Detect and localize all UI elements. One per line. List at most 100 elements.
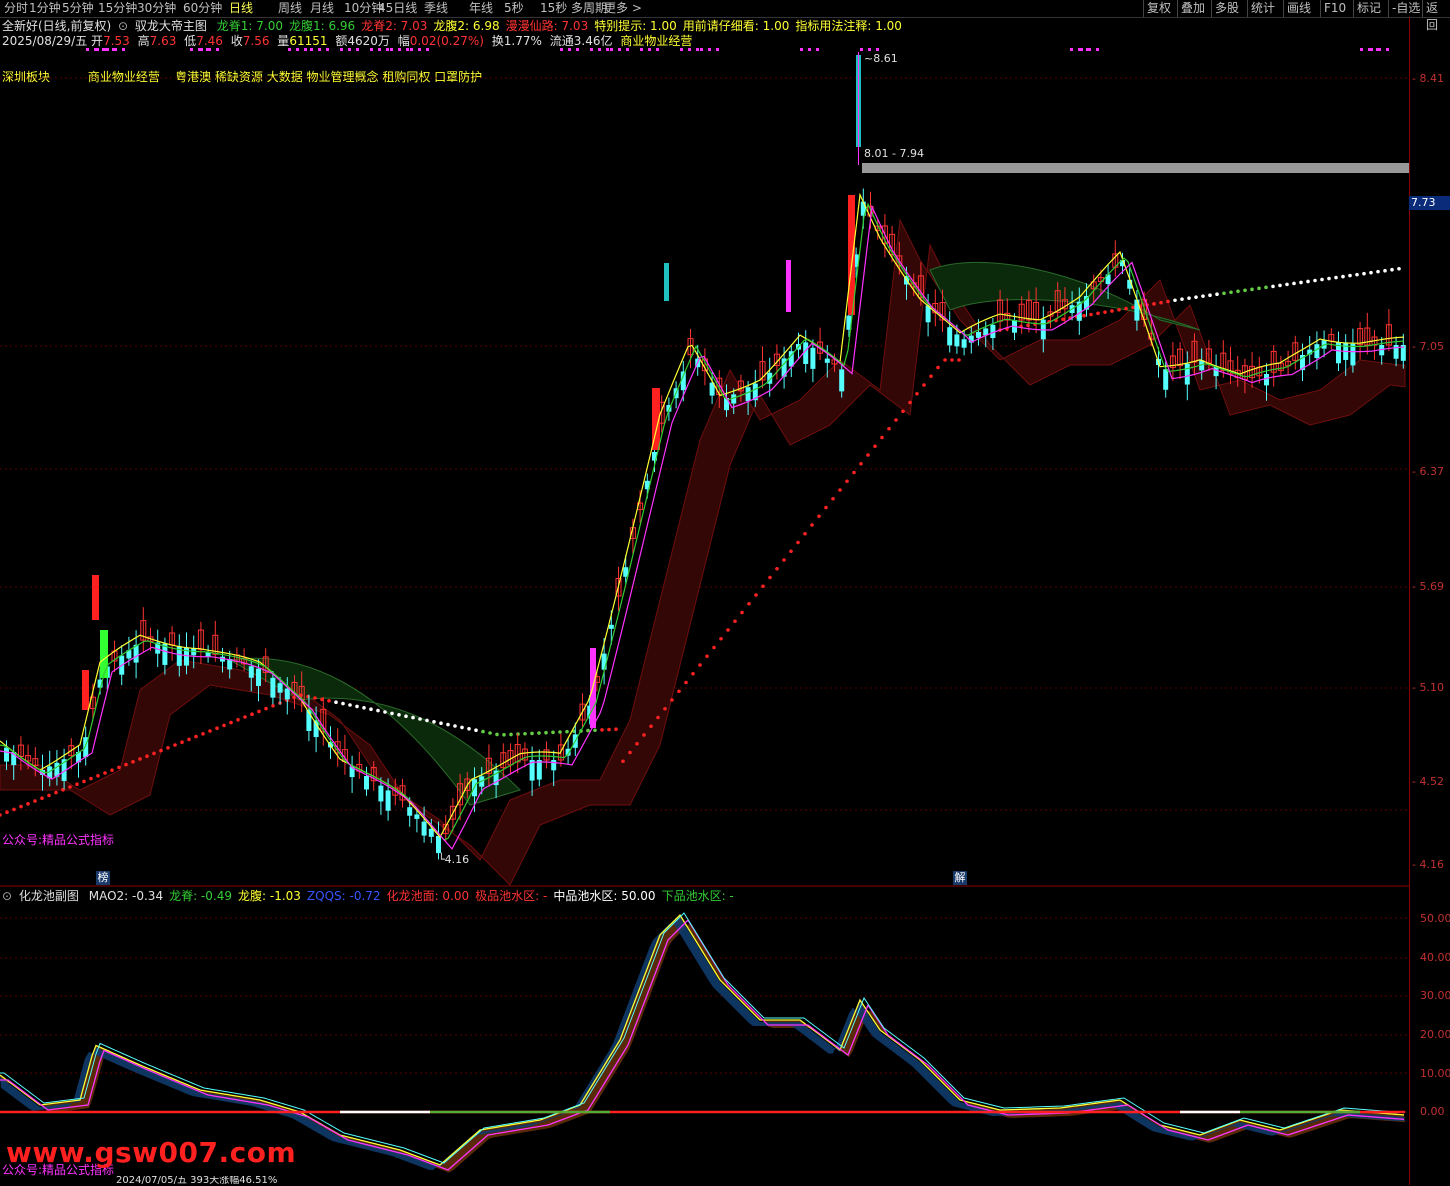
trend-dot bbox=[1236, 289, 1240, 294]
sub-indicator-name[interactable]: 化龙池副图 bbox=[19, 889, 79, 903]
trend-dot bbox=[1208, 293, 1212, 298]
trend-dot bbox=[537, 731, 541, 735]
trend-dot bbox=[418, 717, 422, 721]
sub-ytick-2: 30.00 bbox=[1420, 989, 1450, 1002]
candle-body bbox=[1184, 363, 1190, 385]
trend-dot bbox=[187, 737, 191, 742]
trend-dot bbox=[796, 540, 800, 545]
trend-dot bbox=[1390, 267, 1394, 272]
signal-marker bbox=[96, 48, 99, 51]
signal-marker bbox=[86, 48, 89, 51]
trend-dot bbox=[1397, 266, 1401, 271]
trend-dot bbox=[124, 762, 128, 767]
signal-marker bbox=[426, 48, 429, 51]
candle-body bbox=[1350, 343, 1356, 366]
signal-marker bbox=[1088, 48, 1091, 51]
signal-marker bbox=[576, 48, 579, 51]
signal-marker bbox=[208, 48, 211, 51]
trend-dot bbox=[929, 374, 933, 379]
signal-marker bbox=[560, 48, 563, 51]
trend-dot bbox=[1334, 275, 1338, 280]
candle-body bbox=[551, 760, 557, 771]
candle-body bbox=[248, 666, 254, 678]
trend-dot bbox=[82, 779, 86, 784]
signal-marker bbox=[696, 48, 699, 51]
sub-dropdown-icon[interactable]: ⊙ bbox=[2, 889, 12, 903]
trend-dot bbox=[40, 796, 44, 800]
trend-dot bbox=[831, 496, 835, 501]
kline-chart[interactable] bbox=[0, 0, 1450, 1185]
sub-param-5: 极品池水区: - bbox=[475, 889, 548, 903]
trend-dot bbox=[166, 746, 170, 750]
trend-dot bbox=[873, 444, 877, 449]
trend-dot bbox=[194, 734, 198, 739]
signal-marker bbox=[418, 48, 421, 51]
trend-dot bbox=[1327, 276, 1331, 281]
low-price-value: 4.16 bbox=[444, 853, 470, 866]
candle-body bbox=[284, 688, 290, 700]
trend-dot bbox=[355, 704, 359, 709]
signal-marker bbox=[304, 48, 307, 51]
signal-candle bbox=[100, 630, 108, 678]
trend-dot bbox=[1229, 290, 1233, 295]
signal-marker bbox=[348, 48, 351, 51]
trend-dot bbox=[1131, 305, 1135, 310]
trend-dot bbox=[1341, 274, 1345, 279]
trend-dot bbox=[761, 584, 765, 589]
trend-dot bbox=[817, 514, 821, 519]
signal-marker bbox=[1370, 48, 1373, 51]
trend-dot bbox=[915, 391, 919, 396]
trend-dot bbox=[530, 731, 534, 736]
trend-dot bbox=[75, 782, 79, 786]
trend-dot bbox=[404, 714, 408, 718]
trend-dot bbox=[425, 718, 429, 723]
trend-dot bbox=[383, 710, 387, 714]
signal-marker bbox=[190, 48, 193, 51]
candle-body bbox=[1264, 374, 1269, 386]
trend-dot bbox=[642, 733, 646, 737]
sub-ytick-3: 20.00 bbox=[1420, 1028, 1450, 1041]
sub-line-yellow bbox=[0, 913, 1405, 1166]
signal-marker bbox=[200, 48, 203, 51]
signal-marker bbox=[1386, 48, 1389, 51]
signal-marker bbox=[106, 48, 109, 51]
trend-dot bbox=[957, 358, 961, 362]
sub-param-7: 下品池水区: - bbox=[661, 889, 734, 903]
sub-param-2: 龙腹: -1.03 bbox=[238, 889, 301, 903]
trend-dot bbox=[12, 807, 16, 812]
trend-dot bbox=[33, 799, 37, 803]
limit-up-candle bbox=[82, 670, 89, 710]
trend-dot bbox=[0, 813, 2, 817]
trend-dot bbox=[313, 696, 317, 700]
signal-candle bbox=[786, 260, 791, 312]
trend-dot bbox=[852, 470, 856, 475]
signal-marker bbox=[808, 48, 811, 51]
trend-dot bbox=[726, 628, 730, 632]
low-price-label: └4.16 bbox=[438, 853, 470, 866]
trend-dot bbox=[1117, 307, 1121, 312]
signal-marker bbox=[296, 48, 299, 51]
marker-bang[interactable]: 榜 bbox=[96, 871, 110, 885]
candle-body bbox=[536, 760, 542, 780]
trend-dot bbox=[390, 711, 394, 716]
range-label: 8.01 - 7.94 bbox=[864, 147, 924, 160]
candle-body bbox=[824, 358, 830, 363]
trend-dot bbox=[663, 706, 667, 711]
trend-dot bbox=[432, 720, 436, 724]
trend-dot bbox=[453, 724, 457, 728]
trend-dot bbox=[341, 701, 345, 706]
signal-marker bbox=[310, 48, 313, 51]
signal-marker bbox=[410, 48, 413, 51]
marker-jie[interactable]: 解 bbox=[953, 871, 967, 885]
resistance-band bbox=[862, 163, 1409, 173]
signal-marker bbox=[114, 48, 117, 51]
trend-dot bbox=[1061, 317, 1065, 322]
trend-dot bbox=[1194, 295, 1198, 299]
main-ytick-2: - 7.05 bbox=[1412, 340, 1444, 353]
trend-dot bbox=[1201, 294, 1205, 298]
trend-dot bbox=[1250, 287, 1254, 292]
trend-dot bbox=[950, 358, 954, 362]
trend-dot bbox=[1264, 285, 1268, 290]
trend-dot bbox=[565, 729, 569, 734]
trend-dot bbox=[467, 727, 471, 731]
